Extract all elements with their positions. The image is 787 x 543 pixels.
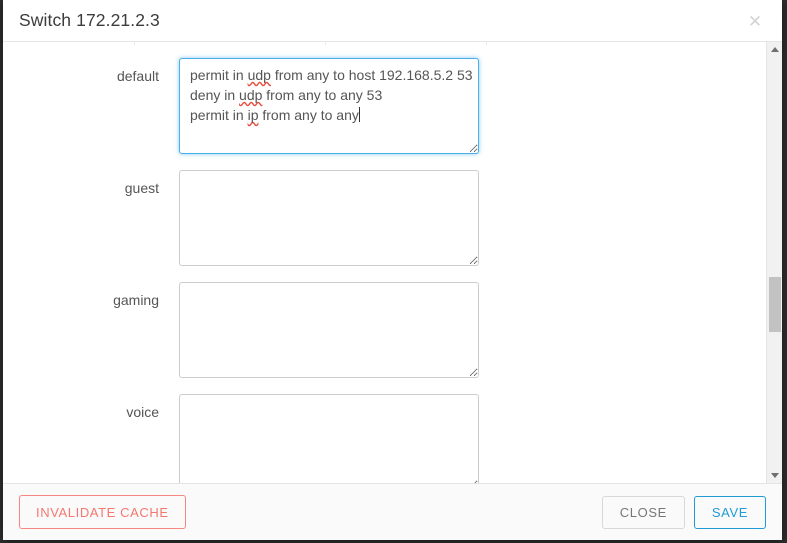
acl-row-guest: guest [3, 170, 766, 266]
acl-scroll-viewport: default permit in udp from any to host 1… [3, 42, 766, 483]
acl-textarea-voice[interactable] [179, 394, 479, 483]
acl-field-gaming [179, 282, 479, 378]
acl-textarea-default[interactable]: permit in udp from any to host 192.168.5… [179, 58, 479, 154]
acl-field-default: permit in udp from any to host 192.168.5… [179, 58, 479, 154]
acl-row-gaming: gaming [3, 282, 766, 378]
acl-row-label-guest: guest [124, 180, 159, 196]
acl-row-label-voice: voice [126, 404, 159, 420]
acl-row-default: default permit in udp from any to host 1… [3, 58, 766, 154]
modal-footer: INVALIDATE CACHE CLOSE SAVE [3, 483, 782, 540]
close-button[interactable]: CLOSE [601, 495, 685, 529]
invalidate-cache-button[interactable]: INVALIDATE CACHE [19, 495, 186, 529]
close-x-icon[interactable]: ✕ [746, 13, 764, 31]
acl-textarea-guest[interactable] [179, 170, 479, 266]
scrollbar-thumb[interactable] [769, 277, 781, 333]
scroll-up-arrow-icon[interactable] [767, 42, 782, 58]
acl-textarea-gaming[interactable] [179, 282, 479, 378]
switch-acl-modal: Switch 172.21.2.3 ✕ default permit in ud… [3, 0, 782, 540]
save-button[interactable]: SAVE [693, 495, 766, 529]
acl-field-list: default permit in udp from any to host 1… [3, 42, 766, 483]
acl-rule-line: permit in ip from any to any [190, 107, 360, 123]
modal-title: Switch 172.21.2.3 [19, 9, 160, 30]
acl-row-voice: voice [3, 394, 766, 483]
acl-row-label-default: default [116, 68, 159, 84]
modal-body: default permit in udp from any to host 1… [3, 42, 782, 483]
modal-header: Switch 172.21.2.3 ✕ [3, 0, 782, 42]
modal-body-scrollbar[interactable] [766, 42, 782, 483]
text-cursor [358, 107, 360, 122]
acl-rule-line: permit in udp from any to host 192.168.5… [190, 67, 473, 83]
scroll-down-arrow-icon[interactable] [767, 467, 782, 483]
acl-rule-line: deny in udp from any to any 53 [190, 87, 383, 103]
acl-row-label-gaming: gaming [113, 292, 159, 308]
acl-field-voice [179, 394, 479, 483]
acl-field-guest [179, 170, 479, 266]
